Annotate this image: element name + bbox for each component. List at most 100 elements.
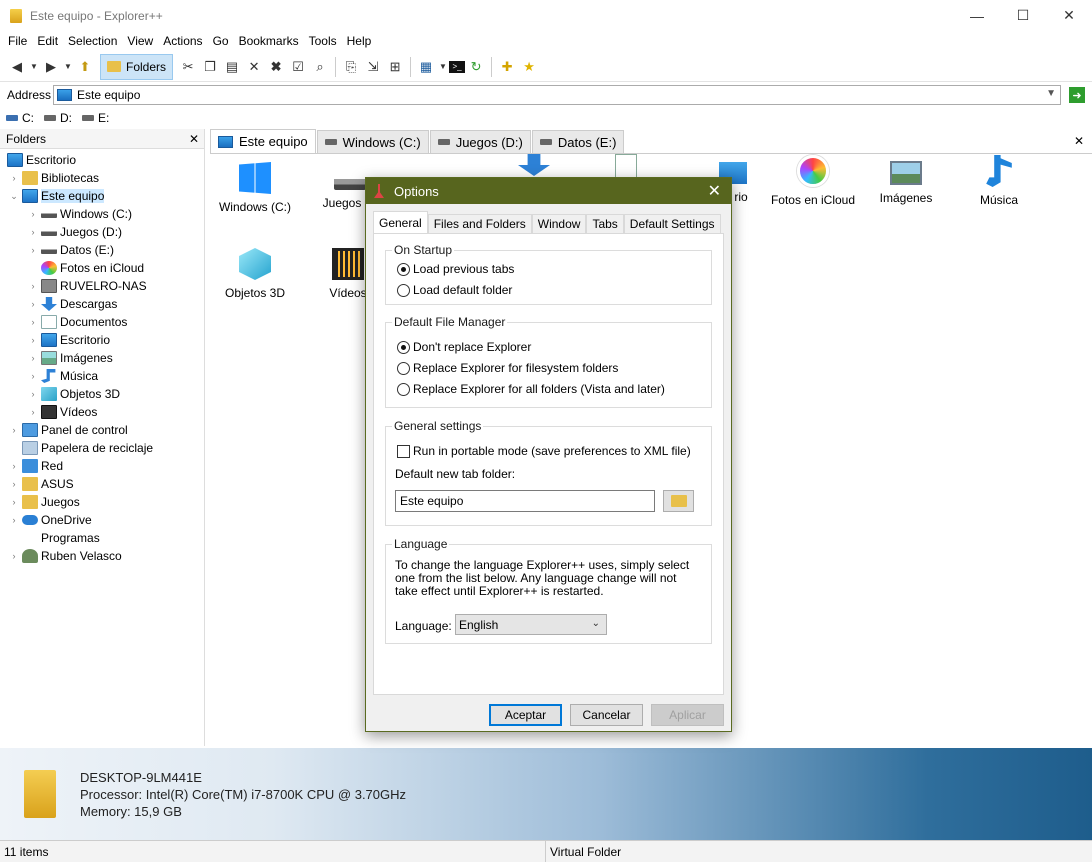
file-item-fotos-icloud[interactable]: Fotos en iCloud xyxy=(768,155,858,207)
collapse-icon[interactable]: ⌄ xyxy=(9,191,19,202)
portable-mode-checkbox[interactable]: Run in portable mode (save preferences t… xyxy=(397,444,691,458)
menu-edit[interactable]: Edit xyxy=(32,34,63,48)
menu-view[interactable]: View xyxy=(122,34,158,48)
replace-all-folders-radio[interactable]: Replace Explorer for all folders (Vista … xyxy=(397,382,665,396)
file-item-objetos-3d[interactable]: Objetos 3D xyxy=(210,248,300,300)
close-tab-icon[interactable]: ✕ xyxy=(1074,134,1084,148)
tab-juegos-d[interactable]: Juegos (D:) xyxy=(429,130,531,153)
expand-icon[interactable]: › xyxy=(28,209,38,219)
cancel-button[interactable]: Cancelar xyxy=(570,704,643,726)
tree-item-escritorio-sub[interactable]: › Escritorio xyxy=(0,331,204,349)
menu-bookmarks[interactable]: Bookmarks xyxy=(234,34,304,48)
expand-icon[interactable]: › xyxy=(28,299,38,309)
tree-item-panel-control[interactable]: › Panel de control xyxy=(0,421,204,439)
tab-este-equipo[interactable]: Este equipo xyxy=(210,129,316,153)
expand-icon[interactable]: › xyxy=(28,335,38,345)
menu-actions[interactable]: Actions xyxy=(158,34,207,48)
tree-item-ruben-velasco[interactable]: › Ruben Velasco xyxy=(0,547,204,565)
tree-item-objetos-3d[interactable]: › Objetos 3D xyxy=(0,385,204,403)
expand-icon[interactable]: › xyxy=(28,317,38,327)
expand-icon[interactable]: › xyxy=(28,281,38,291)
address-input[interactable]: Este equipo ▼ xyxy=(53,85,1061,105)
tree-item-datos-e[interactable]: › Datos (E:) xyxy=(0,241,204,259)
expand-icon[interactable]: › xyxy=(28,353,38,363)
file-item-musica[interactable]: Música xyxy=(954,155,1044,207)
load-previous-tabs-radio[interactable]: Load previous tabs xyxy=(397,262,514,276)
tree-item-asus[interactable]: › ASUS xyxy=(0,475,204,493)
expand-icon[interactable]: › xyxy=(28,227,38,237)
drive-button-c[interactable]: C: xyxy=(6,111,34,125)
command-prompt-icon[interactable]: >_ xyxy=(449,60,466,73)
maximize-button[interactable]: ☐ xyxy=(1000,0,1046,31)
forward-icon[interactable]: ▶ xyxy=(40,56,62,78)
tree-item-juegos-d[interactable]: › Juegos (D:) xyxy=(0,223,204,241)
expand-icon[interactable]: › xyxy=(28,407,38,417)
tree-item-ruvelro-nas[interactable]: › RUVELRO-NAS xyxy=(0,277,204,295)
expand-icon[interactable]: › xyxy=(9,479,19,489)
menu-tools[interactable]: Tools xyxy=(304,34,342,48)
views-icon[interactable]: ▦ xyxy=(415,56,437,78)
drive-button-e[interactable]: E: xyxy=(82,111,109,125)
expand-icon[interactable]: › xyxy=(9,425,19,435)
cut-icon[interactable]: ✂ xyxy=(177,56,199,78)
paste-icon[interactable]: ▤ xyxy=(221,56,243,78)
load-default-folder-radio[interactable]: Load default folder xyxy=(397,283,512,297)
tree-item-red[interactable]: › Red xyxy=(0,457,204,475)
delete-icon[interactable]: ✕ xyxy=(243,56,265,78)
tree-item-windows-c[interactable]: › Windows (C:) xyxy=(0,205,204,223)
expand-icon[interactable]: › xyxy=(9,461,19,471)
tree-item-programas[interactable]: Programas xyxy=(0,529,204,547)
folders-toggle-button[interactable]: Folders xyxy=(100,53,174,80)
expand-icon[interactable]: › xyxy=(28,371,38,381)
expand-icon[interactable]: › xyxy=(28,389,38,399)
dont-replace-explorer-radio[interactable]: Don't replace Explorer xyxy=(397,340,531,354)
tree-item-imagenes[interactable]: › Imágenes xyxy=(0,349,204,367)
tree-item-documentos[interactable]: › Documentos xyxy=(0,313,204,331)
close-icon[interactable]: ✕ xyxy=(189,132,199,146)
views-dropdown-icon[interactable]: ▼ xyxy=(437,56,449,78)
file-item-windows-c[interactable]: Windows (C:) xyxy=(210,162,300,214)
tree-item-papelera[interactable]: Papelera de reciclaje xyxy=(0,439,204,457)
tab-window[interactable]: Window xyxy=(531,214,587,233)
tree-item-este-equipo[interactable]: ⌄ Este equipo xyxy=(0,187,204,205)
new-tab-folder-input[interactable]: Este equipo xyxy=(395,490,655,512)
refresh-icon[interactable]: ↻ xyxy=(465,56,487,78)
close-button[interactable]: ✕ xyxy=(1046,0,1092,31)
tab-windows-c[interactable]: Windows (C:) xyxy=(316,130,429,153)
drive-button-d[interactable]: D: xyxy=(44,111,72,125)
back-history-icon[interactable]: ▼ xyxy=(28,56,40,78)
copy-to-icon[interactable]: ⎘ xyxy=(340,56,362,78)
ok-button[interactable]: Aceptar xyxy=(489,704,562,726)
tree-item-musica[interactable]: › Música xyxy=(0,367,204,385)
expand-icon[interactable]: › xyxy=(9,173,19,183)
dialog-close-button[interactable]: ✕ xyxy=(708,181,721,201)
bookmarks-star-icon[interactable]: ★ xyxy=(518,56,540,78)
new-folder-icon[interactable]: ⊞ xyxy=(384,56,406,78)
copy-icon[interactable]: ❐ xyxy=(199,56,221,78)
replace-filesystem-radio[interactable]: Replace Explorer for filesystem folders xyxy=(397,361,618,375)
file-item-imagenes[interactable]: Imágenes xyxy=(861,155,951,205)
minimize-button[interactable]: — xyxy=(954,0,1000,31)
tab-default-settings[interactable]: Default Settings xyxy=(623,214,721,233)
apply-button[interactable]: Aplicar xyxy=(651,704,724,726)
back-icon[interactable]: ◀ xyxy=(6,56,28,78)
up-folder-icon[interactable]: ⬆ xyxy=(74,56,96,78)
tree-item-juegos[interactable]: › Juegos xyxy=(0,493,204,511)
expand-icon[interactable]: › xyxy=(9,497,19,507)
tab-general[interactable]: General xyxy=(373,211,428,233)
tree-item-escritorio[interactable]: Escritorio xyxy=(0,151,204,169)
tree-item-bibliotecas[interactable]: › Bibliotecas xyxy=(0,169,204,187)
search-icon[interactable]: ⌕ xyxy=(309,56,331,78)
expand-icon[interactable]: › xyxy=(9,515,19,525)
menu-help[interactable]: Help xyxy=(342,34,377,48)
chevron-down-icon[interactable]: ▼ xyxy=(1046,88,1056,99)
delete-permanently-icon[interactable]: ✖ xyxy=(265,56,287,78)
move-to-icon[interactable]: ⇲ xyxy=(362,56,384,78)
forward-history-icon[interactable]: ▼ xyxy=(62,56,74,78)
menu-go[interactable]: Go xyxy=(208,34,234,48)
tree-item-videos[interactable]: › Vídeos xyxy=(0,403,204,421)
tree-item-onedrive[interactable]: › OneDrive xyxy=(0,511,204,529)
tab-tabs[interactable]: Tabs xyxy=(586,214,624,233)
tab-files-and-folders[interactable]: Files and Folders xyxy=(427,214,532,233)
tree-item-fotos-icloud[interactable]: Fotos en iCloud xyxy=(0,259,204,277)
